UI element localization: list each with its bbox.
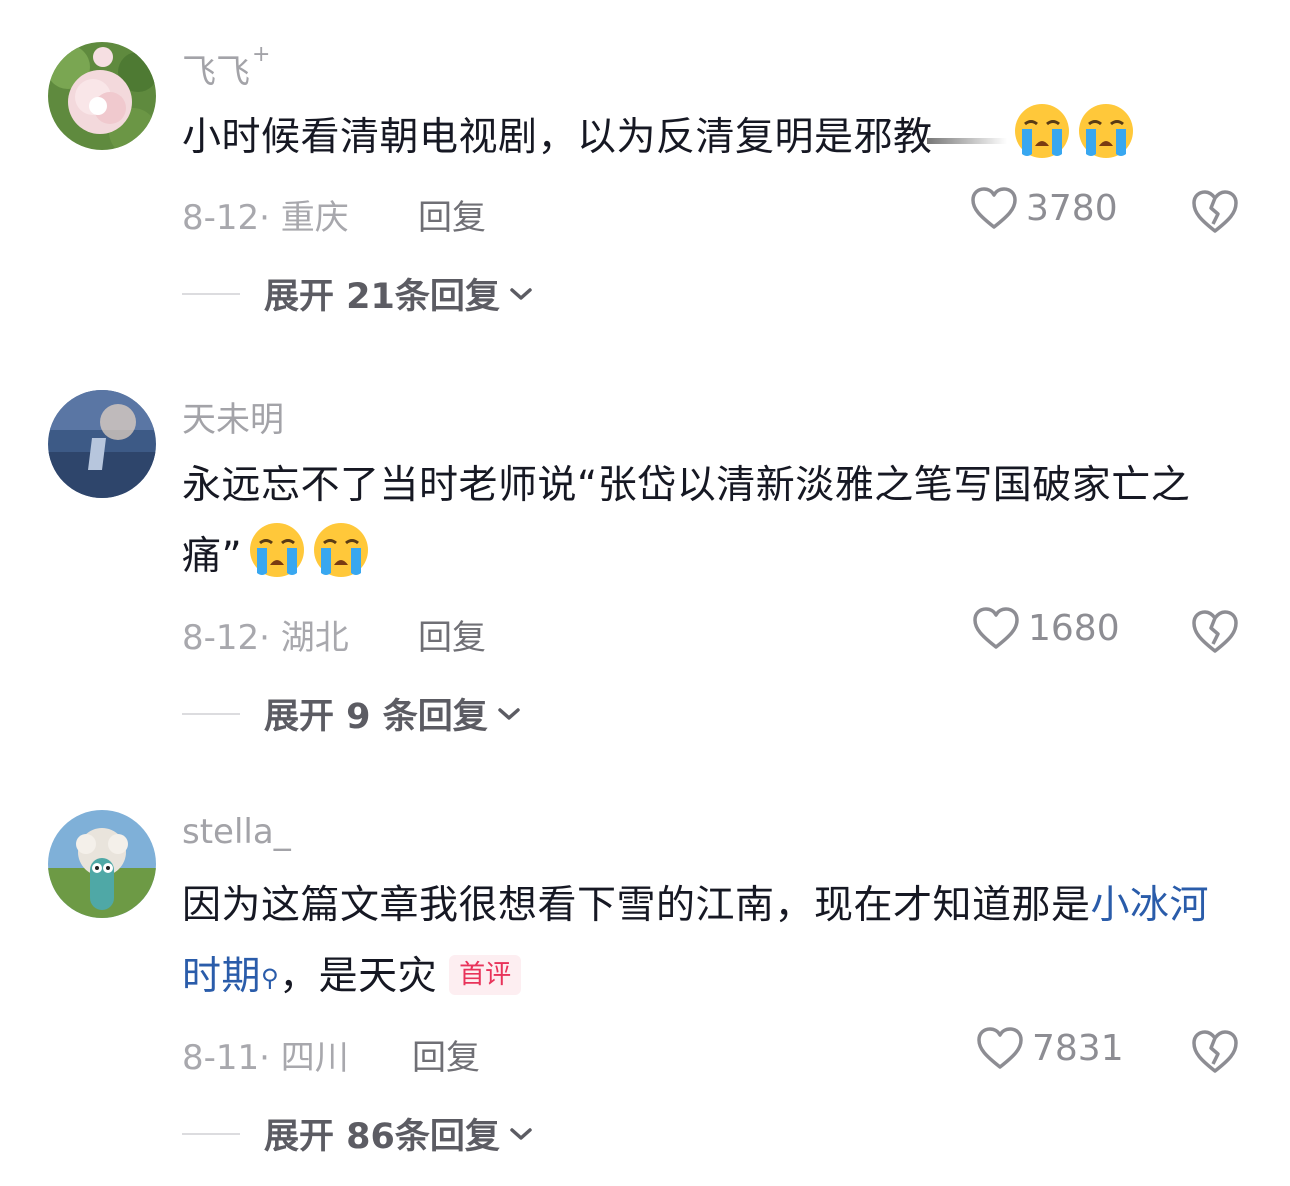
- divider-line: [182, 1132, 240, 1135]
- like-count: 7831: [1032, 1027, 1124, 1069]
- comment-location: 四川: [280, 1038, 349, 1078]
- first-comment-badge: 首评: [449, 955, 522, 995]
- like-button[interactable]: 7831: [976, 1026, 1124, 1070]
- heart-outline-icon: [977, 1027, 1023, 1069]
- reply-button[interactable]: 回复: [412, 1030, 480, 1079]
- dislike-button[interactable]: [1190, 1028, 1240, 1074]
- comment-text: 因为这篇文章我很想看下雪的江南，现在才知道那是小冰河时期⚲，是天灾 首评: [182, 883, 1210, 999]
- broken-heart-icon: [1192, 1030, 1238, 1073]
- avatar[interactable]: [48, 810, 156, 918]
- avatar-character-image: [48, 810, 156, 918]
- comment-date: 8-11: [182, 1038, 260, 1078]
- chevron-down-icon: [510, 1127, 532, 1140]
- username[interactable]: stella_: [182, 812, 291, 852]
- search-icon: ⚲: [261, 964, 280, 992]
- expand-replies-label: 展开 86条回复: [264, 1117, 500, 1157]
- comment-3: stella_ 因为这篇文章我很想看下雪的江南，现在才知道那是小冰河时期⚲，是天…: [0, 0, 1290, 1186]
- expand-replies-button[interactable]: 展开 86条回复: [182, 1108, 534, 1159]
- comment-meta: 8-11· 四川: [182, 1038, 349, 1078]
